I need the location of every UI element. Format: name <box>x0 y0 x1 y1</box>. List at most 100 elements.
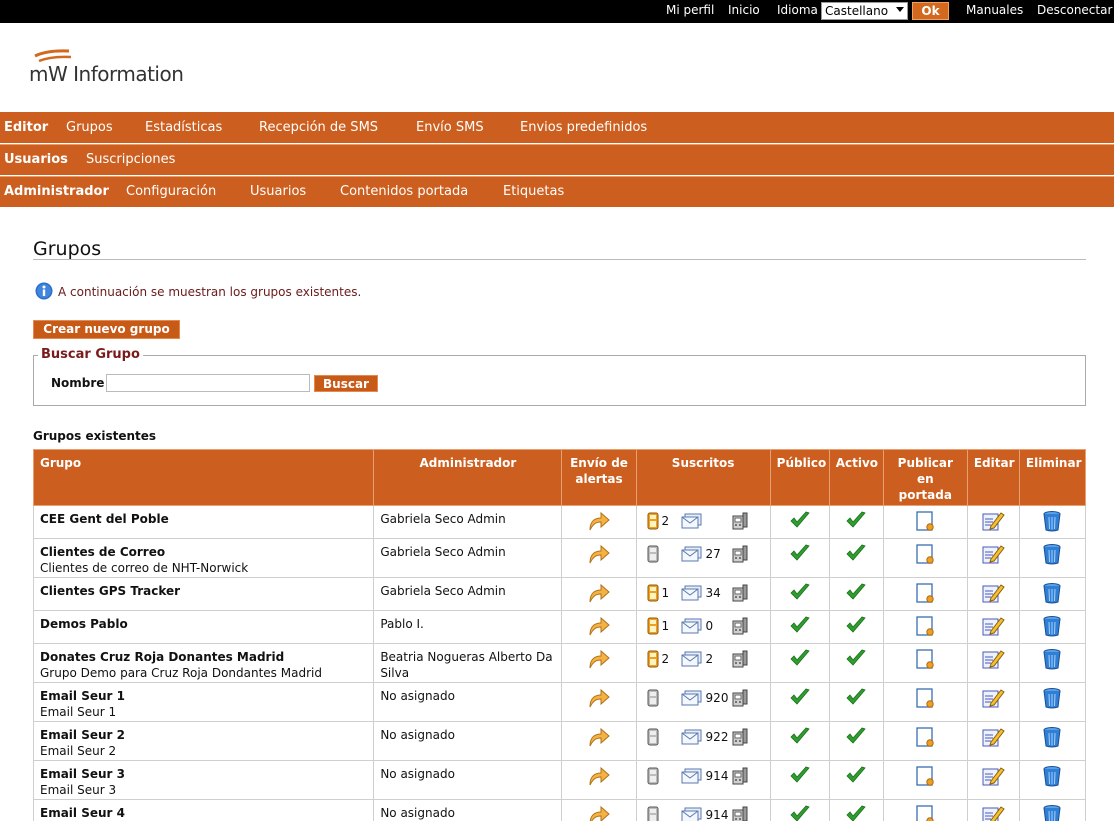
sms-subscribers[interactable] <box>647 728 659 746</box>
edit-button[interactable] <box>966 577 1020 611</box>
admin-cell: Gabriela Seco Admin <box>373 538 563 578</box>
publish-portada-button[interactable] <box>882 799 968 821</box>
voice-subscribers[interactable] <box>729 512 749 530</box>
send-alert-button[interactable] <box>561 643 637 683</box>
publish-portada-button[interactable] <box>882 682 968 722</box>
delete-button[interactable] <box>1018 682 1087 722</box>
send-alert-icon <box>589 583 610 603</box>
publish-portada-button[interactable] <box>882 610 968 644</box>
send-alert-icon <box>589 544 610 564</box>
group-name[interactable]: Clientes de Correo <box>40 544 367 560</box>
delete-button[interactable] <box>1018 760 1087 800</box>
email-subscribers[interactable] <box>677 807 703 821</box>
nav-item-estadisticas[interactable]: Estadísticas <box>145 120 222 135</box>
search-button[interactable]: Buscar <box>314 375 378 392</box>
sms-subscribers[interactable] <box>647 689 659 707</box>
voice-subscribers[interactable] <box>729 584 749 602</box>
group-name[interactable]: Demos Pablo <box>40 616 367 632</box>
voice-subscribers[interactable] <box>729 806 749 821</box>
group-name[interactable]: Donates Cruz Roja Donantes Madrid <box>40 649 367 665</box>
col-administrador[interactable]: Administrador <box>373 449 563 506</box>
email-subscribers[interactable] <box>677 546 703 563</box>
email-subscribers[interactable] <box>677 651 703 668</box>
nav-item-usuarios[interactable]: Usuarios <box>250 184 306 199</box>
sms-subscribers[interactable] <box>647 584 659 602</box>
group-name[interactable]: CEE Gent del Poble <box>40 511 367 527</box>
delete-button[interactable] <box>1018 610 1087 644</box>
nav-item-envios-predefinidos[interactable]: Envios predefinidos <box>520 120 647 135</box>
group-name[interactable]: Email Seur 1 <box>40 688 367 704</box>
edit-button[interactable] <box>966 538 1020 578</box>
delete-button[interactable] <box>1018 721 1087 761</box>
delete-button[interactable] <box>1018 505 1087 539</box>
email-subscribers[interactable] <box>677 690 703 707</box>
send-alert-button[interactable] <box>561 799 637 821</box>
send-alert-button[interactable] <box>561 760 637 800</box>
desconectar-link[interactable]: Desconectar <box>1037 3 1112 17</box>
col-grupo[interactable]: Grupo <box>32 449 375 506</box>
nav-item-contenidos-portada[interactable]: Contenidos portada <box>340 184 468 199</box>
delete-button[interactable] <box>1018 643 1087 683</box>
nav-editor-label[interactable]: Editor <box>4 120 48 135</box>
voice-subscribers[interactable] <box>729 650 749 668</box>
inicio-link[interactable]: Inicio <box>728 3 760 17</box>
edit-button[interactable] <box>966 610 1020 644</box>
nav-item-grupos[interactable]: Grupos <box>66 120 113 135</box>
mi-perfil-link[interactable]: Mi perfil <box>666 3 714 17</box>
publish-portada-button[interactable] <box>882 577 968 611</box>
nav-item-configuracion[interactable]: Configuración <box>126 184 216 199</box>
sms-subscribers[interactable] <box>647 512 659 530</box>
send-alert-button[interactable] <box>561 682 637 722</box>
nombre-input[interactable] <box>106 374 310 392</box>
edit-button[interactable] <box>966 799 1020 821</box>
sms-subscribers[interactable] <box>647 650 659 668</box>
send-alert-button[interactable] <box>561 610 637 644</box>
group-name[interactable]: Email Seur 4 <box>40 805 367 821</box>
delete-button[interactable] <box>1018 799 1087 821</box>
language-select[interactable]: Castellano <box>821 2 908 20</box>
edit-button[interactable] <box>966 643 1020 683</box>
nav-item-etiquetas[interactable]: Etiquetas <box>503 184 564 199</box>
group-name[interactable]: Email Seur 3 <box>40 766 367 782</box>
email-subscribers[interactable] <box>677 585 703 602</box>
group-cell: Demos Pablo <box>32 610 375 644</box>
voice-subscribers[interactable] <box>729 728 749 746</box>
send-alert-button[interactable] <box>561 577 637 611</box>
edit-button[interactable] <box>966 682 1020 722</box>
email-subscribers[interactable] <box>677 513 703 530</box>
email-subscribers[interactable] <box>677 618 703 635</box>
send-alert-button[interactable] <box>561 538 637 578</box>
sms-subscribers[interactable] <box>647 767 659 785</box>
send-alert-button[interactable] <box>561 505 637 539</box>
send-alert-button[interactable] <box>561 721 637 761</box>
publish-portada-button[interactable] <box>882 760 968 800</box>
manuales-link[interactable]: Manuales <box>966 3 1023 17</box>
email-subscribers[interactable] <box>677 768 703 785</box>
voice-subscribers[interactable] <box>729 617 749 635</box>
publish-portada-button[interactable] <box>882 643 968 683</box>
nav-item-recepcion-sms[interactable]: Recepción de SMS <box>259 120 378 135</box>
edit-button[interactable] <box>966 721 1020 761</box>
publish-portada-button[interactable] <box>882 505 968 539</box>
publish-portada-button[interactable] <box>882 721 968 761</box>
email-subscribers[interactable] <box>677 729 703 746</box>
edit-button[interactable] <box>966 505 1020 539</box>
group-name[interactable]: Email Seur 2 <box>40 727 367 743</box>
sms-subscribers[interactable] <box>647 806 659 821</box>
delete-button[interactable] <box>1018 538 1087 578</box>
nav-item-suscripciones[interactable]: Suscripciones <box>86 152 175 167</box>
nav-administrador-label[interactable]: Administrador <box>4 184 109 199</box>
delete-button[interactable] <box>1018 577 1087 611</box>
create-group-button[interactable]: Crear nuevo grupo <box>33 320 180 339</box>
group-name[interactable]: Clientes GPS Tracker <box>40 583 367 599</box>
voice-subscribers[interactable] <box>729 689 749 707</box>
sms-subscribers[interactable] <box>647 545 659 563</box>
edit-button[interactable] <box>966 760 1020 800</box>
sms-subscribers[interactable] <box>647 617 659 635</box>
voice-subscribers[interactable] <box>729 767 749 785</box>
ok-button[interactable]: Ok <box>912 2 949 20</box>
nav-usuarios-label[interactable]: Usuarios <box>4 152 68 167</box>
publish-portada-button[interactable] <box>882 538 968 578</box>
voice-subscribers[interactable] <box>729 545 749 563</box>
nav-item-envio-sms[interactable]: Envío SMS <box>416 120 484 135</box>
